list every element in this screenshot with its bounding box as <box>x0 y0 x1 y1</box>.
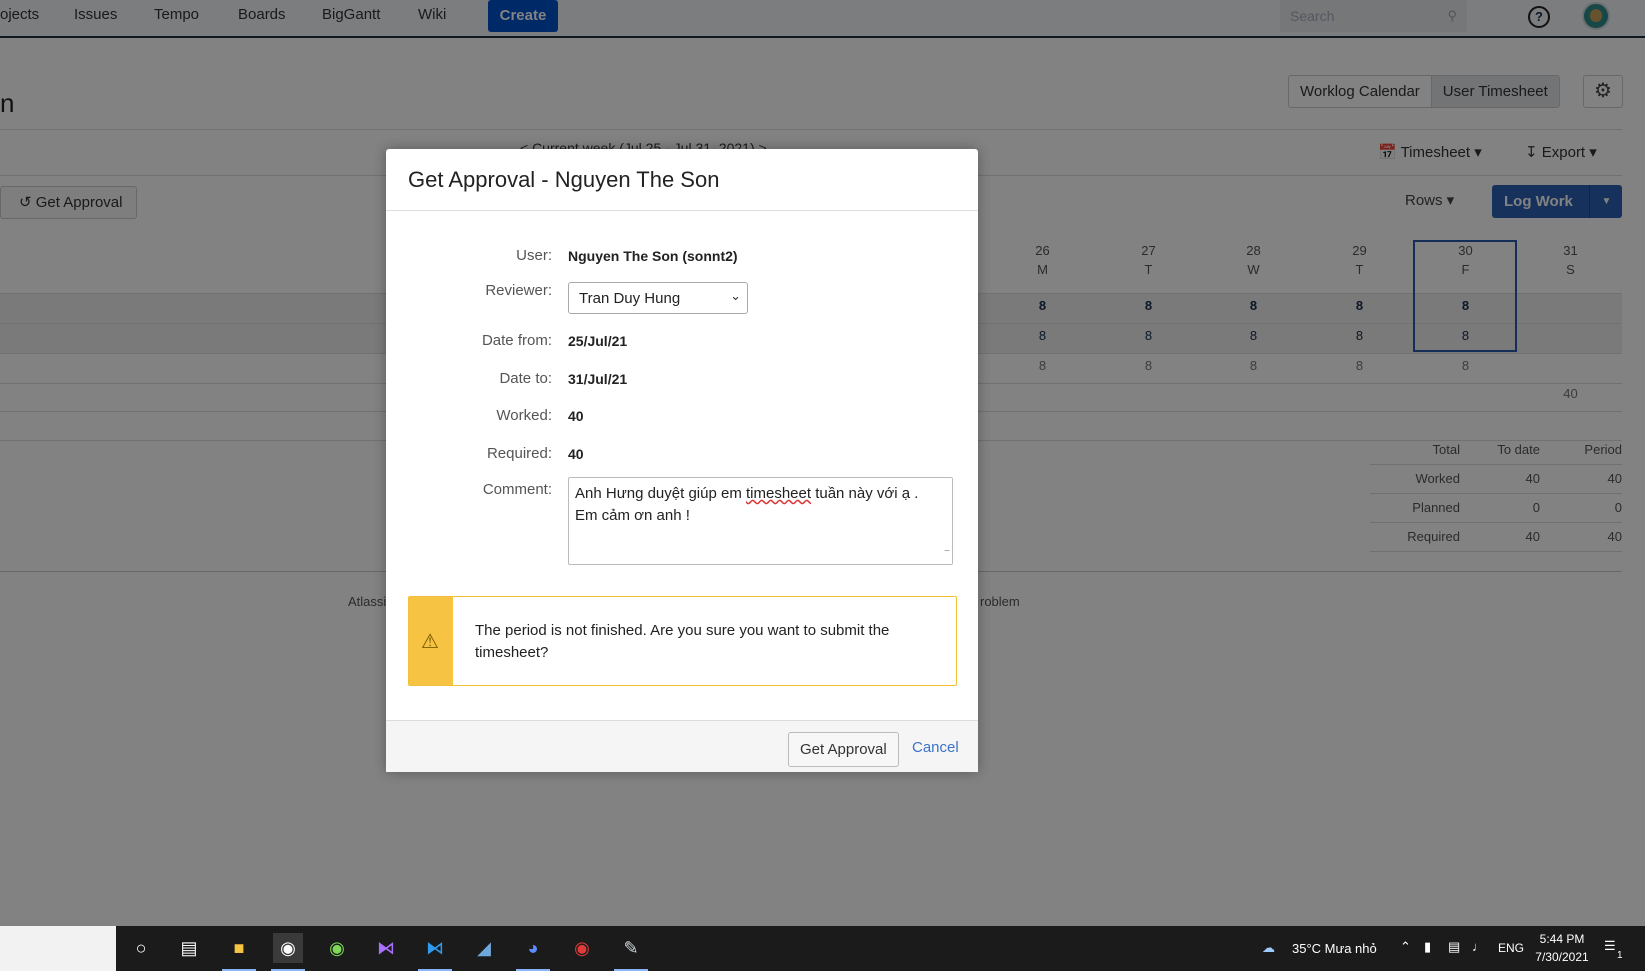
required-label: Required: <box>486 445 552 462</box>
cancel-link[interactable]: Cancel <box>912 739 959 756</box>
dialog-header: Get Approval - Nguyen The Son <box>386 149 978 211</box>
reviewer-select[interactable]: Tran Duy Hung ⌄ <box>568 282 748 314</box>
network-icon[interactable]: ▤ <box>1448 939 1460 955</box>
comment-line: Anh Hưng duyệt giúp em timesheet tuần nà… <box>575 483 946 505</box>
required-row: Required: 40 <box>386 443 978 467</box>
clock-date: 7/30/2021 <box>1535 950 1589 964</box>
paint-icon[interactable]: ✎ <box>616 933 646 963</box>
battery-icon[interactable]: ▮ <box>1424 939 1431 955</box>
required-value: 40 <box>568 446 584 462</box>
reviewer-label: Reviewer: <box>485 282 552 299</box>
taskbar-search[interactable] <box>0 926 116 971</box>
date-to-label: Date to: <box>499 370 552 387</box>
weather-icon[interactable]: ☁ <box>1262 940 1275 956</box>
date-to-row: Date to: 31/Jul/21 <box>386 368 978 392</box>
clock-time: 5:44 PM <box>1539 932 1585 946</box>
date-to-value: 31/Jul/21 <box>568 371 628 387</box>
language-indicator[interactable]: ENG <box>1498 941 1524 955</box>
user-label: User: <box>516 247 552 264</box>
date-from-row: Date from: 25/Jul/21 <box>386 330 978 354</box>
notification-icon[interactable]: ☰ <box>1604 938 1616 954</box>
visual-studio-icon[interactable]: ⧑ <box>371 933 401 963</box>
dialog-title: Get Approval - Nguyen The Son <box>408 167 720 192</box>
cortana-icon[interactable]: ○ <box>126 933 156 963</box>
user-row: User: Nguyen The Son (sonnt2) <box>386 245 978 269</box>
reviewer-selected-value: Tran Duy Hung <box>579 290 681 307</box>
worked-label: Worked: <box>496 407 552 424</box>
volume-icon[interactable]: ♩ <box>1472 939 1485 954</box>
windows-taskbar: ○ ▤ ■ ◉ ◉ ⧑ ⧑ ◢ ◕ ◉ ✎ ☁ 35°C Mưa nhỏ ⌃ ▮… <box>0 926 1645 971</box>
worked-value: 40 <box>568 408 584 424</box>
date-from-label: Date from: <box>481 332 552 349</box>
chevron-up-icon[interactable]: ⌃ <box>1400 939 1411 955</box>
dialog-footer: Get Approval Cancel <box>386 720 978 772</box>
app-icon[interactable]: ◢ <box>469 933 499 963</box>
comment-text: Anh Hưng duyệt giúp em <box>575 485 746 502</box>
get-approval-button[interactable]: Get Approval <box>788 732 899 767</box>
app-icon[interactable]: ◕ <box>518 933 548 963</box>
reviewer-row: Reviewer: Tran Duy Hung ⌄ <box>386 282 978 314</box>
warning-stripe: ⚠ <box>409 597 453 685</box>
worked-row: Worked: 40 <box>386 405 978 429</box>
vscode-icon[interactable]: ⧑ <box>420 933 450 963</box>
warning-message: ⚠ The period is not finished. Are you su… <box>408 596 957 686</box>
clock[interactable]: 5:44 PM 7/30/2021 <box>1524 930 1600 966</box>
warning-text: The period is not finished. Are you sure… <box>475 622 890 661</box>
get-approval-dialog: Get Approval - Nguyen The Son User: Nguy… <box>386 149 978 772</box>
app-icon[interactable]: ◉ <box>322 933 352 963</box>
comment-text-misspelled: timesheet <box>745 485 812 502</box>
comment-textarea[interactable]: Anh Hưng duyệt giúp em timesheet tuần nà… <box>568 477 953 565</box>
comment-line: Em cảm ơn anh ! <box>575 507 690 524</box>
warning-icon: ⚠ <box>421 631 439 653</box>
file-explorer-icon[interactable]: ■ <box>224 933 254 963</box>
task-view-icon[interactable]: ▤ <box>174 933 204 963</box>
date-from-value: 25/Jul/21 <box>568 333 628 349</box>
chevron-down-icon: ⌄ <box>730 288 741 303</box>
app-icon[interactable]: ◉ <box>567 933 597 963</box>
chrome-icon[interactable]: ◉ <box>273 933 303 963</box>
comment-label: Comment: <box>482 481 552 498</box>
weather-text[interactable]: 35°C Mưa nhỏ <box>1292 941 1377 956</box>
notification-count: 1 <box>1617 950 1623 961</box>
resize-handle-icon[interactable]: − <box>944 541 950 563</box>
comment-row: Comment: Anh Hưng duyệt giúp em timeshee… <box>386 477 978 565</box>
comment-text: tuần này với ạ . <box>811 485 919 502</box>
user-value: Nguyen The Son (sonnt2) <box>568 248 738 264</box>
